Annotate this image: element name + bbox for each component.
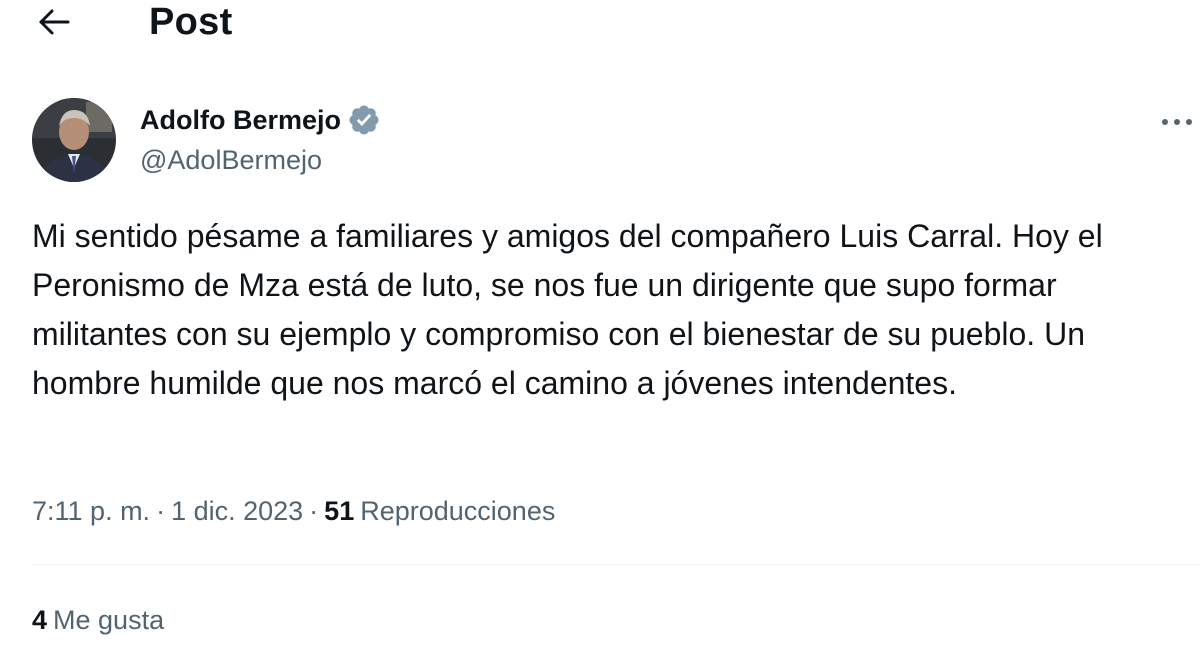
divider <box>32 564 1200 565</box>
post-detail-page: Post Adolfo Bermejo @AdolBermejo Mi sent… <box>0 0 1200 663</box>
post-time[interactable]: 7:11 p. m. <box>32 492 150 530</box>
page-title: Post <box>149 1 233 43</box>
verified-badge-icon[interactable] <box>347 103 381 137</box>
author-row: Adolfo Bermejo @AdolBermejo <box>32 98 1200 182</box>
avatar-photo <box>32 98 116 182</box>
likes-count: 4 <box>32 605 48 635</box>
avatar[interactable] <box>32 98 116 182</box>
views-count: 51 <box>324 496 355 526</box>
back-button[interactable] <box>32 2 76 42</box>
more-horizontal-icon <box>1162 119 1192 125</box>
arrow-left-icon <box>39 9 70 35</box>
post-text: Mi sentido pésame a familiares y amigos … <box>32 218 1103 401</box>
more-options-button[interactable] <box>1154 102 1200 142</box>
top-bar: Post <box>0 0 1200 50</box>
views-label: Reproducciones <box>360 496 556 526</box>
author-name[interactable]: Adolfo Bermejo <box>140 101 341 139</box>
meta-separator: · <box>156 496 166 526</box>
author-name-row: Adolfo Bermejo <box>140 101 381 139</box>
likes-label: Me gusta <box>53 605 165 635</box>
post-meta: 7:11 p. m. · 1 dic. 2023 · 51 Reproducci… <box>32 492 555 530</box>
post-date[interactable]: 1 dic. 2023 <box>171 492 303 530</box>
author-handle[interactable]: @AdolBermejo <box>140 143 322 177</box>
meta-separator: · <box>309 496 319 526</box>
likes-link[interactable]: 4 Me gusta <box>32 601 164 639</box>
